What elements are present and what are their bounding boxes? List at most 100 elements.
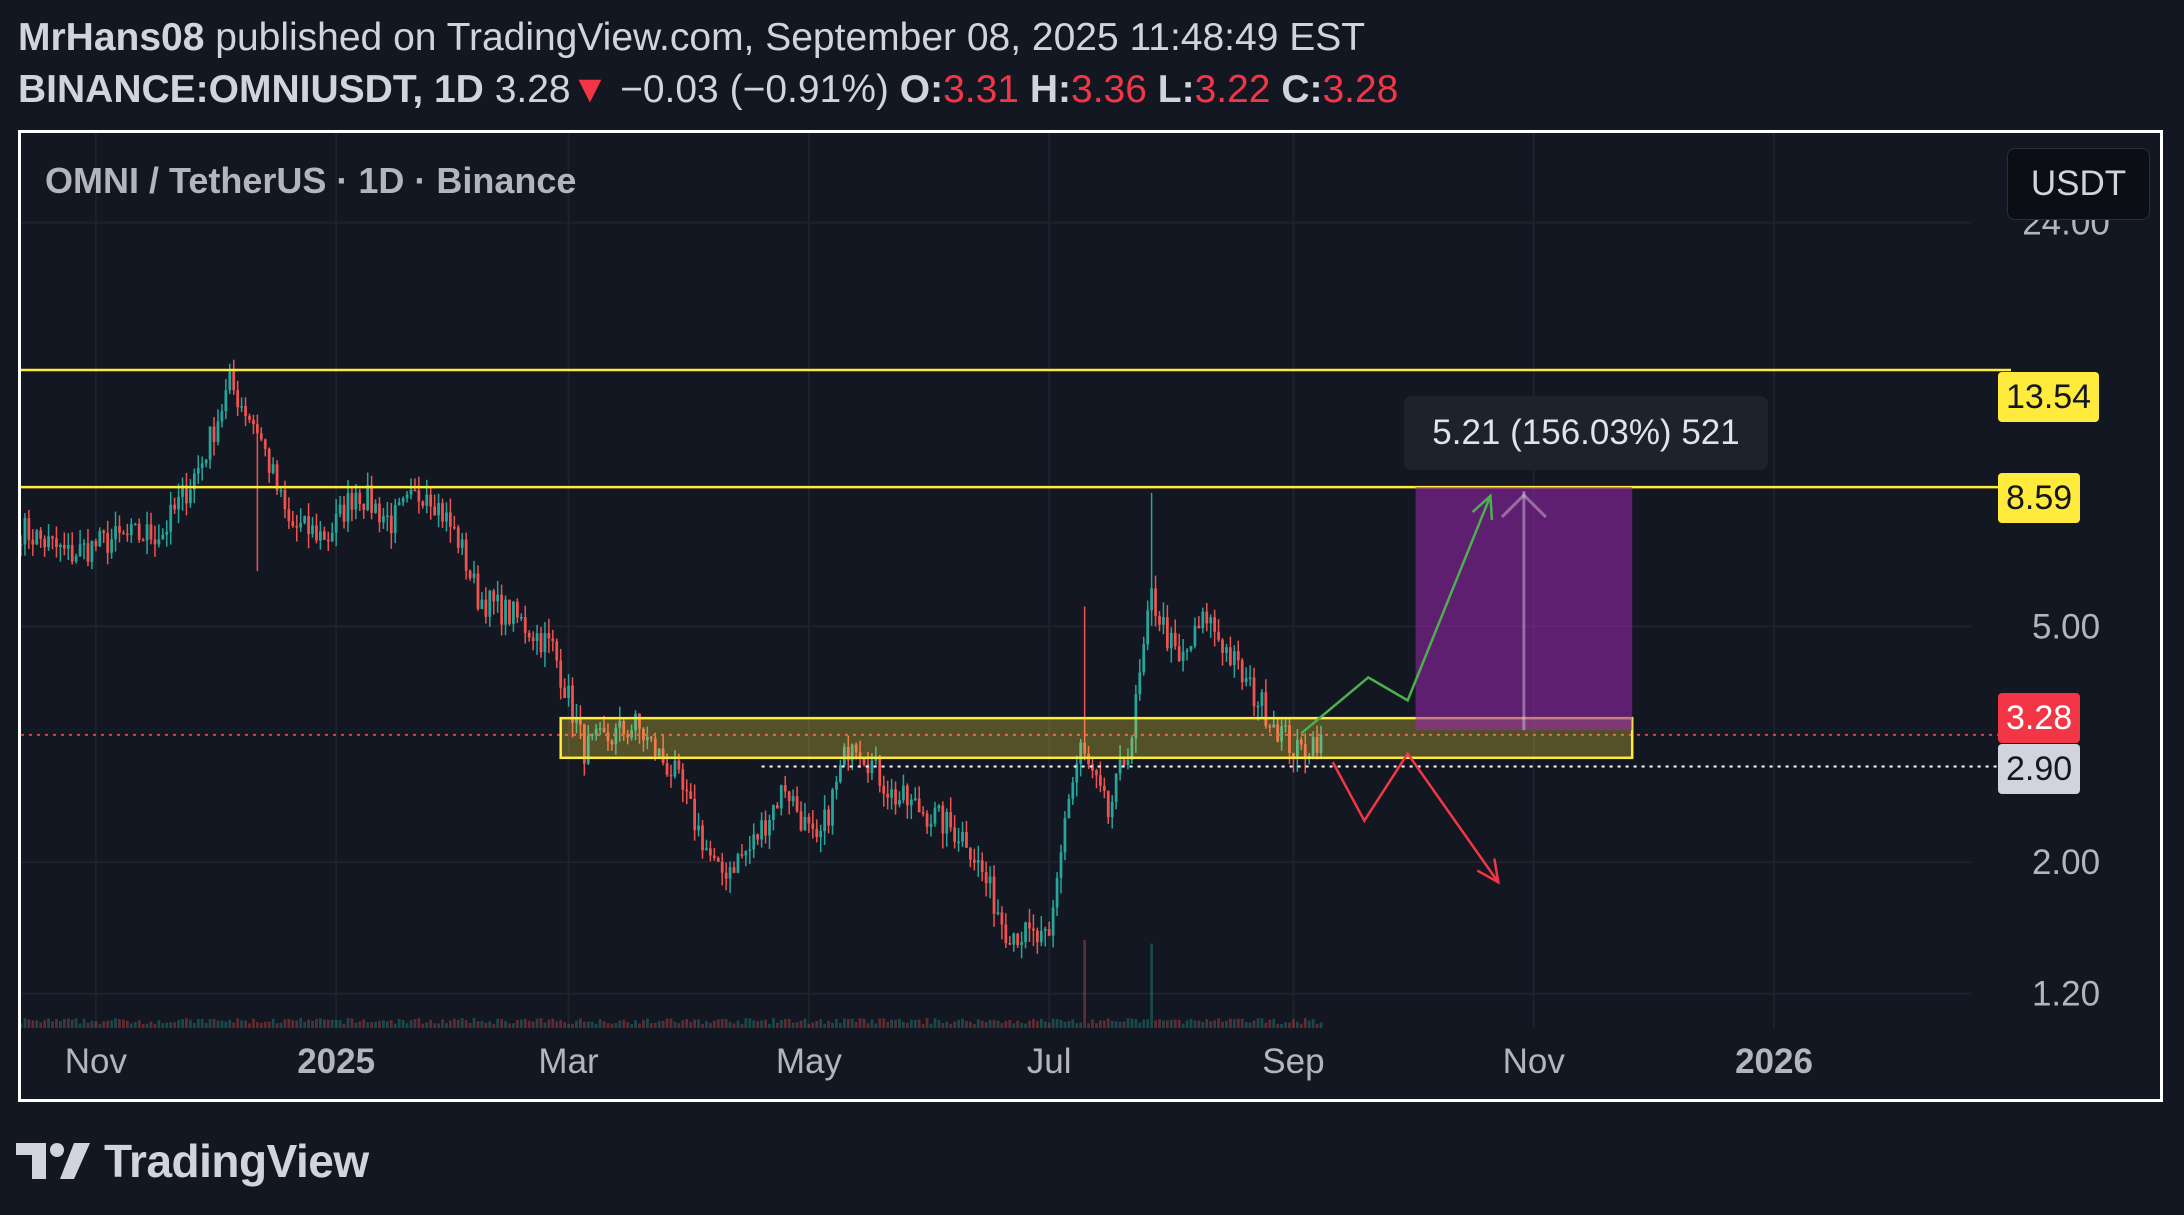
volume-bar xyxy=(980,1020,984,1028)
volume-bar xyxy=(1126,1018,1130,1028)
candle-body xyxy=(366,485,370,510)
candle-body xyxy=(362,504,366,510)
volume-bar xyxy=(1114,1021,1118,1028)
candle-body xyxy=(1059,852,1063,878)
tradingview-logo[interactable]: TradingView xyxy=(16,1134,369,1188)
candle-body xyxy=(90,540,94,562)
volume-bar xyxy=(326,1019,330,1028)
close-value: 3.28 xyxy=(1322,68,1399,111)
volume-bar xyxy=(969,1021,972,1028)
candle-body xyxy=(153,539,157,545)
candle-body xyxy=(1055,877,1059,908)
volume-bar xyxy=(642,1019,645,1028)
volume-bar xyxy=(413,1019,417,1028)
volume-bar xyxy=(1004,1020,1008,1028)
candle-body xyxy=(145,524,149,541)
candle-body xyxy=(350,493,354,510)
volume-bar xyxy=(27,1019,31,1028)
volume-bar xyxy=(594,1023,598,1028)
volume-bar xyxy=(334,1019,338,1028)
candle-body xyxy=(326,539,330,542)
volume-bar xyxy=(1193,1020,1197,1028)
volume-bar xyxy=(870,1019,874,1028)
volume-bar xyxy=(255,1021,259,1028)
candle-body xyxy=(456,527,460,548)
candle-body xyxy=(133,523,137,526)
candle-body xyxy=(965,831,968,848)
candle-body xyxy=(1138,672,1142,695)
candle-body xyxy=(716,857,720,862)
volume-bar xyxy=(366,1022,370,1028)
candle-body xyxy=(1008,943,1012,945)
volume-bar xyxy=(736,1020,740,1028)
volume-bar xyxy=(630,1023,633,1028)
currency-button[interactable]: USDT xyxy=(2007,148,2150,220)
volume-bar xyxy=(283,1019,287,1028)
volume-bar xyxy=(1292,1019,1295,1028)
volume-bar xyxy=(342,1023,346,1028)
volume-bar xyxy=(405,1023,409,1028)
candle-body xyxy=(492,590,496,602)
volume-bar xyxy=(598,1019,602,1028)
volume-bar xyxy=(468,1022,472,1028)
volume-bar xyxy=(799,1020,803,1028)
volume-bar xyxy=(299,1018,303,1028)
volume-bar xyxy=(1185,1020,1189,1028)
candle-body xyxy=(216,421,220,443)
candle-body xyxy=(1165,617,1169,649)
volume-bar xyxy=(66,1018,70,1028)
volume-bar xyxy=(1110,1021,1114,1028)
volume-bar xyxy=(1177,1019,1181,1028)
volume-bar xyxy=(86,1022,90,1028)
volume-bar xyxy=(512,1023,515,1028)
close-label: C: xyxy=(1281,68,1323,111)
candle-body xyxy=(720,861,724,873)
candle-body xyxy=(303,516,307,523)
candle-body xyxy=(799,811,803,831)
volume-bar xyxy=(1288,1022,1291,1028)
volume-bar xyxy=(803,1018,807,1028)
volume-bar xyxy=(835,1018,838,1028)
volume-bar xyxy=(728,1021,732,1028)
volume-bar xyxy=(125,1020,129,1028)
last-price: 3.28 xyxy=(494,68,571,111)
candle-body xyxy=(929,823,933,827)
volume-bar xyxy=(220,1020,224,1028)
volume-bar xyxy=(1232,1019,1236,1028)
candle-body xyxy=(78,544,82,557)
volume-bar xyxy=(279,1022,283,1028)
volume-bar xyxy=(319,1018,322,1028)
candle-body xyxy=(957,841,960,844)
price-tag-level-mid: 8.59 xyxy=(1998,473,2081,523)
author-name[interactable]: MrHans08 xyxy=(18,16,204,59)
candle-body xyxy=(1193,625,1197,646)
volume-bar xyxy=(1020,1022,1023,1028)
volume-bar xyxy=(1067,1021,1071,1028)
volume-bar xyxy=(661,1020,665,1028)
candle-body xyxy=(378,503,381,523)
candle-body xyxy=(1158,615,1161,625)
volume-bar xyxy=(842,1018,846,1028)
volume-bar xyxy=(988,1019,992,1028)
candle-body xyxy=(886,793,890,798)
candle-body xyxy=(748,849,752,851)
candle-body xyxy=(551,638,555,642)
volume-bar xyxy=(787,1018,791,1028)
candle-body xyxy=(1012,933,1016,945)
candle-body xyxy=(567,685,570,698)
candle-body xyxy=(31,539,35,545)
candle-body xyxy=(102,530,106,534)
chart-title: OMNI / TetherUS · 1D · Binance xyxy=(45,160,577,201)
volume-bar xyxy=(567,1023,570,1028)
candle-body xyxy=(807,816,811,824)
volume-bar xyxy=(720,1018,724,1028)
volume-bar xyxy=(1012,1023,1016,1028)
volume-bar xyxy=(882,1018,886,1028)
price-chart[interactable]: 24.005.002.001.20 Nov 2025 Mar May Jul Sep Nov… xyxy=(21,133,2160,1099)
candle-body xyxy=(1162,617,1165,625)
volume-bar xyxy=(961,1018,964,1028)
x-tick-label: 2026 xyxy=(1735,1042,1813,1081)
volume-bar xyxy=(275,1023,279,1028)
volume-bar xyxy=(744,1018,748,1028)
volume-bar xyxy=(382,1020,385,1028)
